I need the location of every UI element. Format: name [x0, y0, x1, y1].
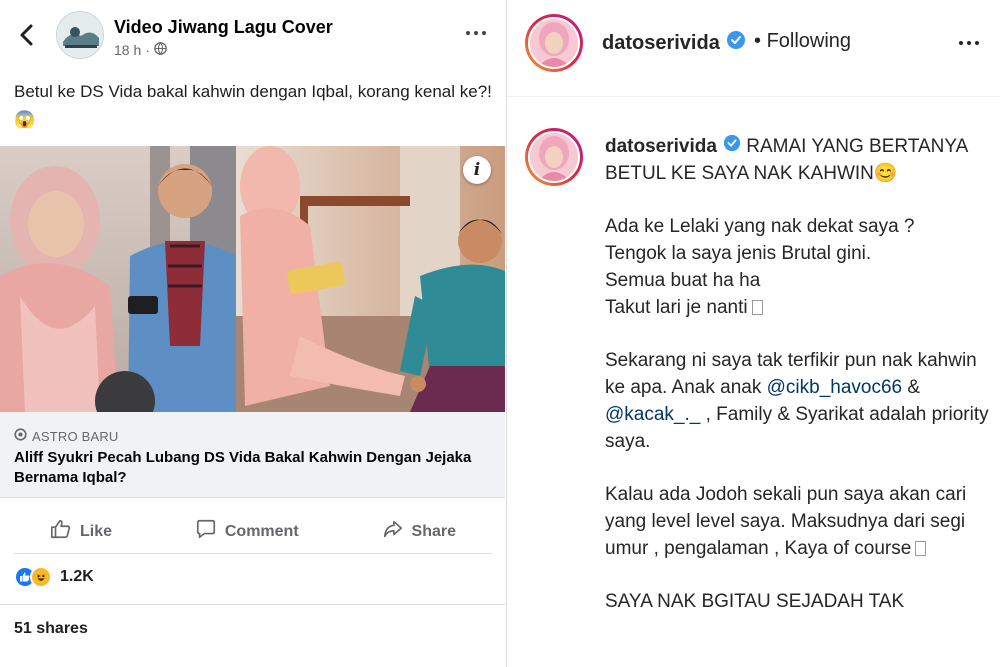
share-icon: [382, 518, 404, 545]
action-bar: Like Comment Share: [14, 510, 492, 554]
share-button[interactable]: Share: [346, 510, 492, 553]
share-count[interactable]: 51 shares: [14, 620, 88, 638]
missing-glyph-icon: [915, 541, 927, 556]
reaction-count: 1.2K: [60, 568, 94, 585]
more-icon[interactable]: [959, 38, 983, 48]
facebook-post: Video Jiwang Lagu Cover 18 h · Betul ke …: [0, 0, 506, 667]
link-headline[interactable]: Aliff Syukri Pecah Lubang DS Vida Bakal …: [14, 448, 484, 488]
following-status[interactable]: • Following: [754, 30, 851, 53]
like-icon: [50, 518, 72, 545]
haha-reaction-icon: [30, 566, 52, 588]
page-name[interactable]: Video Jiwang Lagu Cover: [114, 17, 333, 38]
back-icon[interactable]: [14, 22, 40, 48]
verified-badge-icon: [723, 133, 741, 160]
divider: [0, 604, 505, 605]
instagram-post: datoserivida • Following datoserivida RA…: [507, 0, 1000, 667]
profile-avatar[interactable]: [525, 14, 583, 72]
link-source-label: ASTRO BARU: [32, 428, 119, 444]
caption-paragraph-4: Kalau ada Jodoh sekali pun saya akan car…: [605, 484, 967, 559]
like-button[interactable]: Like: [14, 510, 148, 553]
caption-paragraph-3: Sekarang ni saya tak terfikir pun nak ka…: [605, 350, 989, 452]
header-username[interactable]: datoserivida: [602, 30, 746, 56]
link-source: ASTRO BARU: [14, 428, 119, 444]
post-image[interactable]: [0, 146, 505, 412]
post-caption: Betul ke DS Vida bakal kahwin dengan Iqb…: [14, 82, 492, 129]
share-label: Share: [411, 522, 456, 540]
caption-paragraph-2: Ada ke Lelaki yang nak dekat saya ? Teng…: [605, 216, 915, 318]
caption-body: datoserivida RAMAI YANG BERTANYA BETUL K…: [605, 133, 990, 641]
comment-avatar[interactable]: [525, 128, 583, 186]
comment-button[interactable]: Comment: [159, 510, 335, 553]
page-avatar[interactable]: [56, 11, 104, 59]
verified-badge-icon: [726, 30, 746, 56]
missing-glyph-icon: [751, 300, 763, 315]
mention-link[interactable]: @cikb_havoc66: [767, 377, 902, 398]
link-preview[interactable]: ASTRO BARU Aliff Syukri Pecah Lubang DS …: [0, 412, 505, 498]
comment-label: Comment: [224, 522, 299, 540]
post-time[interactable]: 18 h: [114, 42, 141, 58]
post-header: datoserivida • Following: [507, 0, 1000, 97]
like-label: Like: [80, 522, 113, 540]
comment-icon: [195, 518, 217, 545]
mention-link[interactable]: @kacak_._: [605, 404, 700, 425]
info-icon[interactable]: i: [463, 156, 491, 184]
more-icon[interactable]: [466, 26, 492, 40]
globe-icon: [154, 42, 167, 58]
caption-paragraph-5: SAYA NAK BGITAU SEJADAH TAK: [605, 591, 905, 612]
reactions-summary[interactable]: 1.2K: [14, 566, 94, 588]
caption-username[interactable]: datoserivida: [605, 133, 741, 160]
post-meta: 18 h ·: [114, 42, 167, 58]
source-globe-icon: [14, 428, 27, 444]
